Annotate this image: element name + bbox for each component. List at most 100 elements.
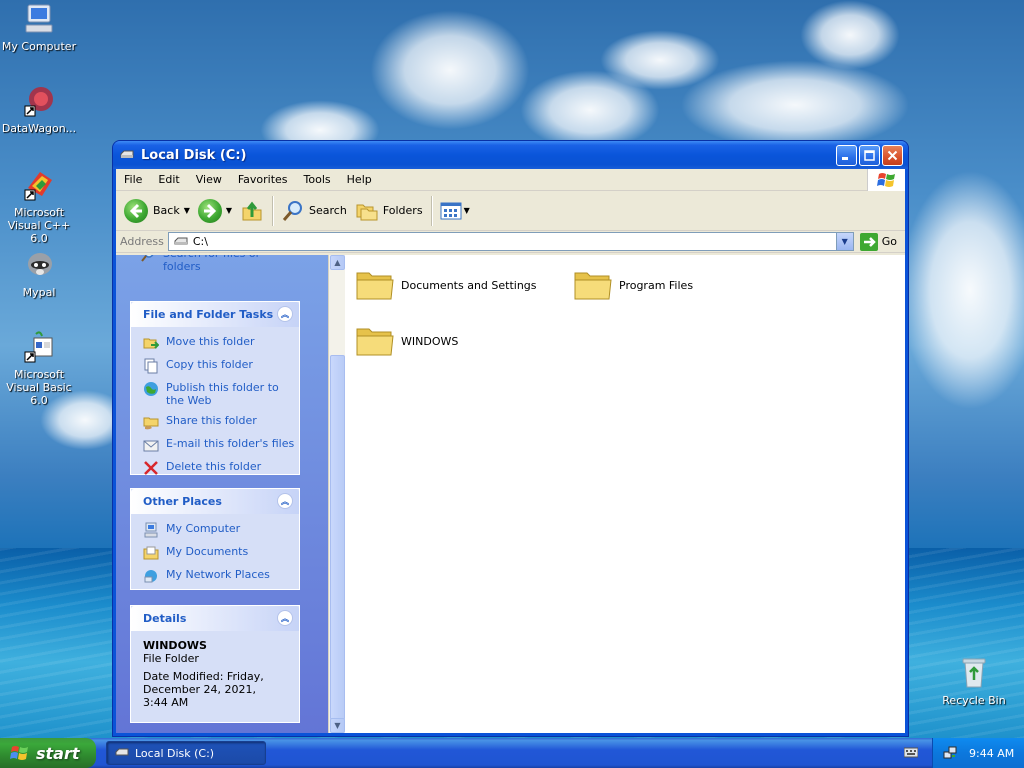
task-copy-folder[interactable]: Copy this folder	[143, 358, 299, 374]
collapse-icon[interactable]: ︽	[277, 610, 293, 626]
search-files-link[interactable]: Search for files or folders	[140, 255, 280, 273]
collapse-icon[interactable]: ︽	[277, 306, 293, 322]
title-bar[interactable]: Local Disk (C:)	[113, 141, 908, 169]
back-label: Back	[153, 204, 180, 217]
menu-tools[interactable]: Tools	[296, 173, 339, 186]
folder-program-files[interactable]: Program Files	[573, 267, 693, 303]
details-type: File Folder	[143, 652, 199, 665]
keyboard-icon[interactable]	[904, 746, 918, 758]
file-folder-tasks-panel: File and Folder Tasks ︽ Move this folder…	[130, 301, 300, 475]
task-publish-web[interactable]: Publish this folder to the Web	[143, 381, 299, 407]
menu-view[interactable]: View	[188, 173, 230, 186]
search-icon	[282, 200, 303, 221]
forward-button[interactable]: ▼	[194, 195, 236, 227]
folder-up-icon	[242, 201, 262, 220]
folder-view: Documents and Settings Program Files WIN…	[345, 255, 905, 733]
menu-file[interactable]: File	[116, 173, 150, 186]
panel-header[interactable]: Details ︽	[131, 606, 299, 631]
start-button[interactable]: start	[0, 738, 96, 768]
search-button[interactable]: Search	[277, 195, 351, 227]
folder-windows[interactable]: WINDOWS	[355, 323, 458, 359]
place-my-network-places[interactable]: My Network Places	[143, 568, 299, 584]
windows-logo	[867, 168, 905, 191]
task-label: E-mail this folder's files	[166, 437, 295, 450]
search-label: Search	[309, 204, 347, 217]
go-button[interactable]: Go	[854, 232, 905, 251]
scroll-up-button[interactable]: ▲	[330, 255, 345, 270]
place-my-computer[interactable]: My Computer	[143, 522, 299, 538]
task-move-folder[interactable]: Move this folder	[143, 335, 299, 351]
address-input[interactable]: C:\ ▼	[167, 232, 854, 251]
search-files-label: Search for files or folders	[163, 255, 260, 273]
folders-label: Folders	[382, 204, 423, 217]
task-label: Delete this folder	[166, 460, 262, 473]
desktop-icon-label: Mypal	[22, 286, 56, 299]
go-label: Go	[881, 235, 897, 248]
panel-header[interactable]: File and Folder Tasks ︽	[131, 302, 299, 327]
desktop-icon-datawagon[interactable]: DataWagon...	[0, 84, 79, 135]
email-icon	[143, 440, 159, 452]
task-pane-scrollbar[interactable]: ▲ ▼	[328, 255, 345, 733]
drive-icon	[115, 748, 129, 756]
network-icon	[144, 570, 157, 583]
menu-help[interactable]: Help	[339, 173, 380, 186]
panel-header[interactable]: Other Places ︽	[131, 489, 299, 514]
panel-body: My Computer My Documents My Network Plac…	[131, 514, 299, 599]
folder-documents-and-settings[interactable]: Documents and Settings	[355, 267, 537, 303]
views-button[interactable]: ▼	[436, 195, 474, 227]
folder-icon	[574, 272, 612, 300]
copy-icon	[144, 358, 158, 374]
explorer-window: Local Disk (C:) File Edit View Favorites…	[112, 140, 909, 737]
place-label: My Computer	[166, 522, 241, 535]
visual-basic-icon	[24, 331, 53, 363]
desktop-icon-label: Microsoft Visual Basic 6.0	[6, 368, 72, 407]
start-label: start	[36, 743, 80, 763]
details-panel: Details ︽ WINDOWS File Folder Date Modif…	[130, 605, 300, 723]
computer-icon	[144, 522, 158, 538]
menu-bar: File Edit View Favorites Tools Help	[116, 168, 905, 191]
panel-body: Move this folder Copy this folder Publis…	[131, 327, 299, 491]
desktop-icon-label: Recycle Bin	[942, 694, 1006, 707]
task-email-files[interactable]: E-mail this folder's files	[143, 437, 299, 453]
scroll-thumb[interactable]	[330, 355, 345, 720]
close-icon	[887, 150, 898, 160]
address-bar: Address C:\ ▼ Go	[116, 231, 905, 253]
up-button[interactable]	[236, 195, 268, 227]
menu-edit[interactable]: Edit	[150, 173, 187, 186]
clock[interactable]: 9:44 AM	[969, 747, 1014, 760]
desktop-icon-recycle-bin[interactable]: Recycle Bin	[934, 656, 1014, 707]
visual-cpp-icon	[24, 172, 52, 201]
search-icon	[141, 255, 154, 262]
menu-favorites[interactable]: Favorites	[230, 173, 296, 186]
task-share-folder[interactable]: Share this folder	[143, 414, 299, 430]
windows-flag-icon	[10, 746, 28, 760]
system-tray: 9:44 AM	[932, 738, 1024, 768]
collapse-icon[interactable]: ︽	[277, 493, 293, 509]
address-label: Address	[120, 235, 164, 248]
cloud	[680, 60, 910, 150]
details-body: WINDOWS File Folder Date Modified: Frida…	[131, 631, 299, 717]
minimize-button[interactable]	[836, 144, 857, 166]
desktop-icon-my-computer[interactable]: My Computer	[0, 2, 79, 53]
desktop-icon-label: My Computer	[1, 40, 77, 53]
network-tray-icon[interactable]	[943, 746, 957, 760]
chevron-down-icon[interactable]: ▼	[464, 206, 470, 215]
folders-button[interactable]: Folders	[351, 195, 427, 227]
close-button[interactable]	[882, 144, 903, 166]
place-my-documents[interactable]: My Documents	[143, 545, 299, 561]
maximize-button[interactable]	[859, 144, 880, 166]
back-button[interactable]: Back ▼	[120, 195, 194, 227]
cloud	[370, 10, 530, 130]
chevron-down-icon[interactable]: ▼	[226, 206, 232, 215]
forward-arrow-icon	[197, 198, 222, 223]
scroll-down-button[interactable]: ▼	[330, 718, 345, 733]
desktop-icon-visual-basic[interactable]: Microsoft Visual Basic 6.0	[0, 330, 79, 407]
folder-label: Program Files	[619, 278, 694, 292]
chevron-down-icon[interactable]: ▼	[184, 206, 190, 215]
taskbar-item-local-disk[interactable]: Local Disk (C:)	[106, 741, 266, 765]
desktop-icon-mypal[interactable]: Mypal	[0, 248, 79, 299]
task-delete-folder[interactable]: Delete this folder	[143, 460, 299, 476]
desktop-icon-visual-cpp[interactable]: Microsoft Visual C++ 6.0	[0, 168, 79, 245]
address-dropdown-button[interactable]: ▼	[835, 233, 853, 250]
views-icon	[440, 202, 462, 219]
